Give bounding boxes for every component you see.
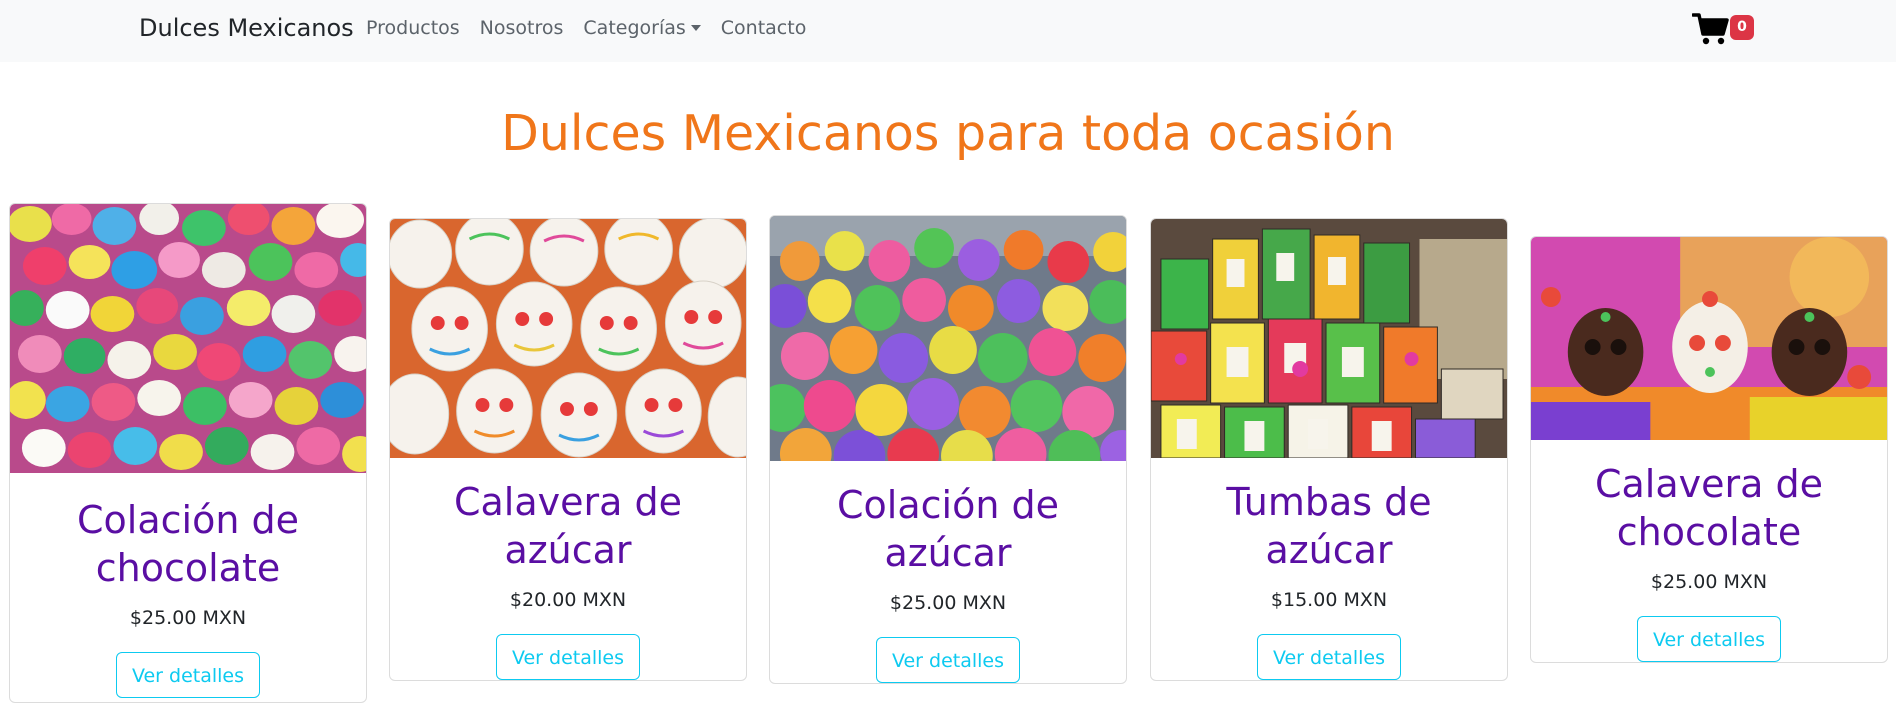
- product-image: [10, 204, 366, 473]
- product-card: Calavera de azúcar $20.00 MXN Ver detall…: [389, 218, 747, 681]
- product-title: Tumbas de azúcar: [1226, 480, 1432, 572]
- brand-link[interactable]: Dulces Mexicanos: [139, 14, 354, 42]
- product-title: Colación de azúcar: [837, 483, 1059, 575]
- cart-count-badge: 0: [1730, 15, 1754, 40]
- product-price: $25.00 MXN: [889, 592, 1007, 614]
- ver-detalles-button[interactable]: Ver detalles: [1256, 634, 1402, 680]
- product-title: Colación de chocolate: [77, 498, 299, 590]
- ver-detalles-button[interactable]: Ver detalles: [495, 634, 641, 680]
- product-card: Calavera de chocolate $25.00 MXN Ver det…: [1530, 236, 1888, 663]
- product-image: [390, 219, 746, 458]
- ver-detalles-button[interactable]: Ver detalles: [1636, 616, 1782, 662]
- product-image: [1531, 237, 1887, 440]
- product-title: Calavera de chocolate: [1594, 462, 1824, 554]
- product-card: Colación de chocolate $25.00 MXN Ver det…: [9, 203, 367, 703]
- nav-dropdown-label: Categorías: [583, 17, 686, 39]
- caret-down-icon: [690, 25, 701, 31]
- ver-detalles-button[interactable]: Ver detalles: [875, 637, 1021, 683]
- product-price: $25.00 MXN: [1650, 571, 1768, 593]
- product-image: [770, 216, 1126, 461]
- nav-links: Productos Nosotros Categorías Contacto: [366, 17, 826, 39]
- nav-link-contacto[interactable]: Contacto: [721, 17, 807, 39]
- page-title: Dulces Mexicanos para toda ocasión: [501, 105, 1395, 162]
- product-image: [1151, 219, 1507, 458]
- card-body: Colación de chocolate $25.00 MXN Ver det…: [10, 473, 366, 698]
- shopping-cart-icon: [1692, 13, 1729, 45]
- nav-link-productos[interactable]: Productos: [366, 17, 460, 39]
- product-price: $15.00 MXN: [1270, 589, 1388, 611]
- nav-link-nosotros[interactable]: Nosotros: [480, 17, 564, 39]
- card-body: Tumbas de azúcar $15.00 MXN Ver detalles: [1151, 458, 1507, 680]
- nav-dropdown-categorias[interactable]: Categorías: [583, 17, 701, 39]
- card-body: Colación de azúcar $25.00 MXN Ver detall…: [770, 461, 1126, 683]
- product-title: Calavera de azúcar: [453, 480, 683, 572]
- card-body: Calavera de chocolate $25.00 MXN Ver det…: [1531, 440, 1887, 662]
- product-card: Colación de azúcar $25.00 MXN Ver detall…: [769, 215, 1127, 684]
- card-body: Calavera de azúcar $20.00 MXN Ver detall…: [390, 458, 746, 680]
- product-card: Tumbas de azúcar $15.00 MXN Ver detalles: [1150, 218, 1508, 681]
- navbar: Dulces Mexicanos Productos Nosotros Cate…: [0, 0, 1896, 62]
- cart-button[interactable]: 0: [1692, 10, 1760, 48]
- product-price: $20.00 MXN: [509, 589, 627, 611]
- ver-detalles-button[interactable]: Ver detalles: [115, 652, 261, 698]
- product-price: $25.00 MXN: [129, 607, 247, 629]
